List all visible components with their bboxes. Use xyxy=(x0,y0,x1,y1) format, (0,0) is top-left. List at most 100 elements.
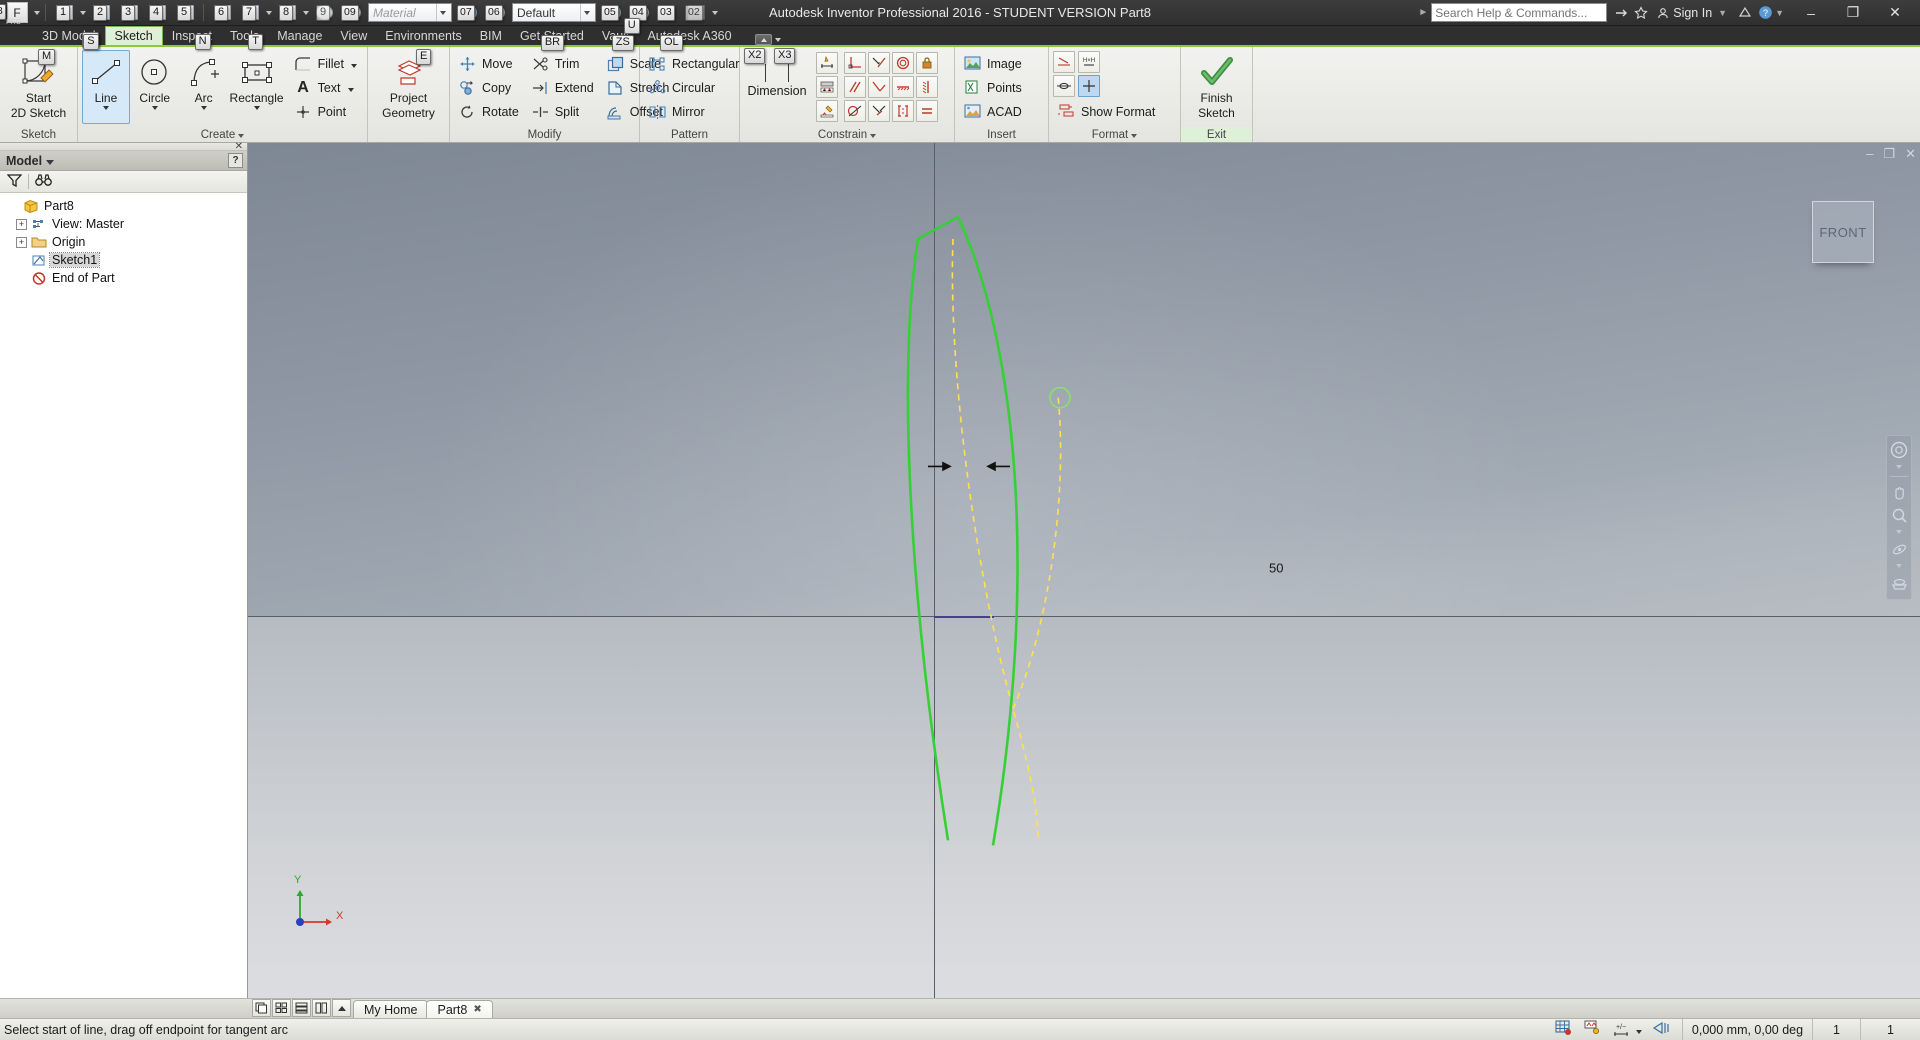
qat-appearance-browser-button[interactable]: 06 xyxy=(483,1,509,25)
symmetric-constraint-icon[interactable] xyxy=(892,100,914,122)
parallel-constraint-icon[interactable] xyxy=(844,76,866,98)
view-cube[interactable]: FRONT xyxy=(1812,201,1874,263)
tangent-constraint-icon[interactable] xyxy=(868,52,890,74)
line-dropdown[interactable] xyxy=(103,105,109,110)
qat-measure-button[interactable]: 02 xyxy=(683,1,709,25)
fillet-dropdown[interactable] xyxy=(349,57,357,71)
tolerance-dropdown[interactable] xyxy=(1633,1023,1642,1037)
autodesk-app-icon[interactable] xyxy=(1735,3,1755,23)
extend-button[interactable]: Extend xyxy=(527,76,600,99)
dimension-icon[interactable] xyxy=(816,52,838,74)
snap-grid-icon[interactable] xyxy=(1555,1020,1573,1039)
panel-format-expand[interactable] xyxy=(1131,129,1137,141)
close-button[interactable]: ✕ xyxy=(1874,1,1916,25)
scroll-up-icon[interactable] xyxy=(332,999,351,1017)
line-button[interactable]: Line S xyxy=(82,34,130,124)
tile-view-icon[interactable] xyxy=(252,999,271,1017)
document-minimize-button[interactable]: – xyxy=(1866,146,1873,162)
circle-button[interactable]: Circle xyxy=(131,50,179,124)
tree-expander-view-master[interactable]: + xyxy=(16,218,27,230)
text-button[interactable]: A Text xyxy=(290,76,363,99)
fix-constraint-icon[interactable] xyxy=(916,52,938,74)
circular-pattern-button[interactable]: Circular xyxy=(644,76,745,99)
tree-node-sketch1[interactable]: Sketch1 xyxy=(6,251,247,269)
grid-view-icon[interactable] xyxy=(272,999,291,1017)
application-menu-dropdown[interactable] xyxy=(32,1,41,25)
dimension-display-icon[interactable] xyxy=(1583,1020,1601,1039)
ribbon-minimize-button[interactable] xyxy=(754,34,772,45)
qat-parameters-button[interactable]: fx 03 xyxy=(655,1,681,25)
show-constraints-icon[interactable] xyxy=(816,100,838,122)
appearance-combo-arrow[interactable] xyxy=(580,4,593,21)
arc-button[interactable]: Arc N xyxy=(180,34,228,124)
full-navigation-wheel-icon[interactable] xyxy=(1888,440,1910,460)
navigation-wheel-dropdown[interactable] xyxy=(1896,463,1902,471)
tab-sketch[interactable]: Sketch xyxy=(104,26,163,45)
qat-material-mode-button[interactable]: 9 xyxy=(311,1,337,25)
material-combo[interactable]: Material 08 xyxy=(0,3,452,22)
orbit-dropdown[interactable] xyxy=(1896,562,1902,570)
browser-title-dropdown[interactable] xyxy=(46,154,54,168)
vertical-view-icon[interactable] xyxy=(312,999,331,1017)
zoom-dropdown[interactable] xyxy=(1896,528,1902,536)
orbit-icon[interactable] xyxy=(1888,539,1910,559)
document-close-button[interactable]: ✕ xyxy=(1905,146,1916,162)
mirror-button[interactable]: Mirror xyxy=(644,100,745,123)
tree-node-origin[interactable]: + Origin xyxy=(6,233,247,251)
show-format-button[interactable]: Show Format xyxy=(1053,100,1161,123)
look-at-icon[interactable] xyxy=(1888,573,1910,593)
trim-button[interactable]: Trim BR xyxy=(527,35,600,75)
qat-update-button[interactable]: 7 xyxy=(237,1,263,25)
text-format-icon[interactable]: H×H xyxy=(1078,51,1100,73)
application-menu-button[interactable]: F PRO xyxy=(2,0,32,26)
dimension-value-label[interactable]: 50 xyxy=(1269,561,1283,576)
horizontal-view-icon[interactable] xyxy=(292,999,311,1017)
document-restore-button[interactable]: ❐ xyxy=(1883,146,1895,162)
search-input[interactable] xyxy=(1435,5,1604,20)
material-combo-arrow[interactable] xyxy=(436,4,449,21)
acad-button[interactable]: ACAD xyxy=(959,100,1028,123)
tab-environments[interactable]: Environments xyxy=(376,26,470,45)
tree-expander-origin[interactable]: + xyxy=(16,236,27,248)
qat-return-button[interactable]: 6 xyxy=(209,1,235,25)
tab-part8-close-icon[interactable]: ✖ xyxy=(473,1004,481,1015)
arc-dropdown[interactable] xyxy=(201,105,207,110)
view-icon[interactable] xyxy=(1652,1020,1672,1039)
tab-bim[interactable]: BIM xyxy=(471,26,511,45)
qat-undo-button[interactable]: 4 xyxy=(144,1,170,25)
tab-manage[interactable]: Manage xyxy=(268,26,331,45)
help-icon[interactable]: ? xyxy=(1755,3,1775,23)
auto-dimension-icon[interactable] xyxy=(816,76,838,98)
qat-new-dropdown[interactable] xyxy=(78,1,87,25)
points-button[interactable]: Points xyxy=(959,76,1028,99)
smooth-constraint-icon[interactable] xyxy=(868,100,890,122)
qat-save-button[interactable]: 3 xyxy=(116,1,142,25)
ribbon-minimize-dropdown[interactable] xyxy=(775,38,781,42)
copy-button[interactable]: Copy xyxy=(454,76,525,99)
tab-my-home[interactable]: My Home xyxy=(353,1000,429,1018)
zoom-icon[interactable] xyxy=(1888,505,1910,525)
qat-open-button[interactable]: 2 xyxy=(88,1,114,25)
image-button[interactable]: Image xyxy=(959,52,1028,75)
rotate-button[interactable]: Rotate xyxy=(454,100,525,123)
split-button[interactable]: Split xyxy=(527,100,600,123)
rectangular-pattern-button[interactable]: Rectangular OL xyxy=(644,35,745,75)
sign-in-button[interactable]: Sign In xyxy=(1651,6,1718,20)
finish-sketch-button[interactable]: Finish Sketch xyxy=(1185,50,1248,124)
equal-constraint-icon[interactable] xyxy=(916,100,938,122)
perpendicular-constraint-icon[interactable] xyxy=(844,52,866,74)
horizontal-constraint-icon[interactable] xyxy=(892,76,914,98)
qat-new-button[interactable]: 1 xyxy=(51,1,77,25)
binoculars-icon[interactable] xyxy=(35,173,52,190)
tolerance-icon[interactable]: +/− xyxy=(1611,1022,1642,1038)
filter-icon[interactable] xyxy=(6,173,23,190)
collinear-constraint-icon[interactable] xyxy=(844,100,866,122)
sign-in-caret[interactable]: ▼ xyxy=(1718,8,1727,18)
tab-autodesk-a360[interactable]: Autodesk A360 xyxy=(638,26,740,45)
coincident-constraint-icon[interactable] xyxy=(868,76,890,98)
text-dropdown[interactable] xyxy=(346,81,354,95)
concentric-constraint-icon[interactable] xyxy=(892,52,914,74)
panel-create-expand[interactable] xyxy=(238,129,244,141)
rectangle-dropdown[interactable] xyxy=(254,105,260,110)
circle-dropdown[interactable] xyxy=(152,105,158,110)
